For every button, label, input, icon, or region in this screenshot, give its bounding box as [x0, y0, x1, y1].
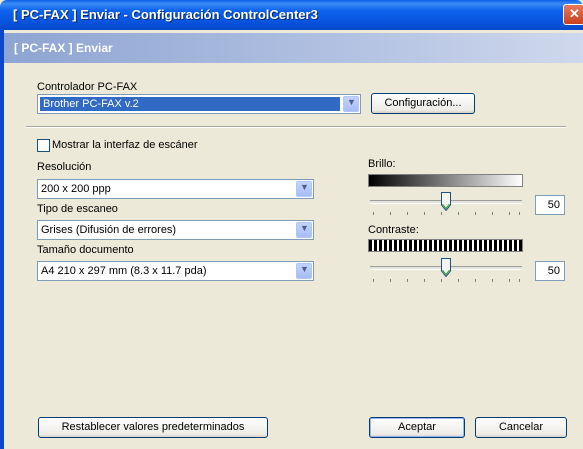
contrast-value: 50	[535, 261, 565, 281]
close-icon: ✕	[569, 6, 580, 21]
document-size-select-value: A4 210 x 297 mm (8.3 x 11.7 pda)	[41, 265, 207, 277]
resolution-select[interactable]: 200 x 200 ppp ▼	[37, 179, 314, 199]
divider	[26, 126, 566, 128]
scanner-interface-label[interactable]: Mostrar la interfaz de escáner	[52, 139, 198, 151]
brightness-label: Brillo:	[368, 158, 396, 170]
contrast-pattern-preview	[368, 239, 523, 252]
driver-label: Controlador PC-FAX	[37, 81, 138, 93]
chevron-down-icon[interactable]: ▼	[296, 222, 312, 238]
scan-type-select[interactable]: Grises (Difusión de errores) ▼	[37, 220, 314, 240]
window-title: [ PC-FAX ] Enviar - Configuración Contro…	[13, 7, 318, 22]
resolution-label: Resolución	[37, 161, 92, 173]
brightness-slider-thumb[interactable]	[441, 192, 451, 211]
header-banner: [ PC-FAX ] Enviar	[4, 33, 583, 63]
reset-defaults-button[interactable]: Restablecer valores predeterminados	[38, 417, 268, 438]
contrast-label: Contraste:	[368, 224, 419, 236]
chevron-down-icon[interactable]: ▼	[296, 263, 312, 279]
driver-select[interactable]: Brother PC-FAX v.2 ▼	[37, 94, 361, 114]
chevron-down-icon[interactable]: ▼	[296, 181, 312, 197]
configuration-button[interactable]: Configuración...	[371, 93, 475, 114]
brightness-value: 50	[535, 195, 565, 215]
scan-type-label: Tipo de escaneo	[37, 203, 118, 215]
document-size-label: Tamaño documento	[37, 244, 134, 256]
resolution-select-value: 200 x 200 ppp	[41, 183, 111, 195]
contrast-slider-thumb[interactable]	[441, 258, 451, 277]
driver-select-value: Brother PC-FAX v.2	[40, 97, 340, 111]
cancel-button[interactable]: Cancelar	[475, 417, 567, 438]
title-bar[interactable]: [ PC-FAX ] Enviar - Configuración Contro…	[0, 0, 583, 30]
banner-title: [ PC-FAX ] Enviar	[14, 41, 113, 55]
scan-type-select-value: Grises (Difusión de errores)	[41, 224, 177, 236]
ok-button[interactable]: Aceptar	[369, 417, 465, 438]
close-button[interactable]: ✕	[563, 4, 583, 25]
brightness-gradient-preview	[368, 174, 523, 187]
chevron-down-icon[interactable]: ▼	[343, 96, 359, 112]
document-size-select[interactable]: A4 210 x 297 mm (8.3 x 11.7 pda) ▼	[37, 261, 314, 281]
scanner-interface-checkbox[interactable]	[37, 139, 50, 152]
